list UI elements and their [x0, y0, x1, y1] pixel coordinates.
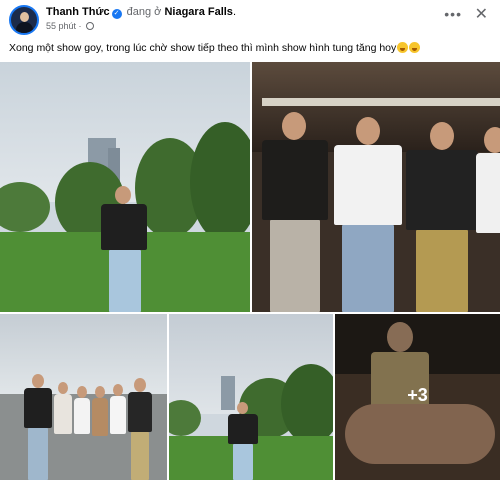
location-link[interactable]: Niagara Falls — [164, 6, 232, 18]
photo-wine-toast[interactable]: +3 — [335, 314, 500, 480]
man-figure — [260, 107, 330, 312]
person-figure — [72, 386, 92, 480]
caption-text: Xong một show goy, trong lúc chờ show ti… — [9, 42, 397, 54]
time-separator: · — [78, 21, 82, 31]
post-time[interactable]: 55 phút — [46, 21, 76, 31]
man-figure — [225, 402, 261, 480]
man-figure — [126, 378, 154, 480]
photo-group-riverside[interactable] — [0, 314, 167, 480]
photo-park-man-standing[interactable] — [0, 62, 250, 312]
author-name[interactable]: Thanh Thức — [46, 6, 110, 18]
post-meta: 55 phút · — [46, 21, 95, 31]
person-figure — [90, 386, 110, 480]
author-line: Thanh Thức ✓ đang ở Niagara Falls. — [46, 6, 236, 19]
author-avatar[interactable] — [9, 5, 39, 35]
grinning-sweat-emoji-icon — [397, 42, 409, 53]
photo-man-on-lawn[interactable] — [169, 314, 333, 480]
man-figure — [402, 117, 482, 312]
person-figure — [108, 384, 128, 480]
post-header: Thanh Thức ✓ đang ở Niagara Falls. 55 phú… — [0, 0, 500, 38]
close-button[interactable]: ✕ — [475, 4, 488, 24]
location-suffix: . — [232, 6, 236, 18]
verified-badge-icon: ✓ — [111, 9, 122, 19]
man-figure — [95, 182, 155, 312]
photo-group-wine-bar[interactable] — [252, 62, 500, 312]
man-figure — [332, 112, 404, 312]
more-photos-count[interactable]: +3 — [335, 385, 500, 406]
globe-icon — [86, 22, 95, 30]
more-options-button[interactable]: ••• — [444, 6, 462, 22]
man-figure — [474, 122, 500, 312]
man-figure — [22, 374, 54, 480]
post-caption: Xong một show goy, trong lúc chờ show ti… — [9, 42, 421, 54]
grinning-sweat-emoji-icon — [409, 42, 421, 53]
person-figure — [52, 382, 74, 480]
status-prefix: đang ở — [126, 6, 162, 18]
